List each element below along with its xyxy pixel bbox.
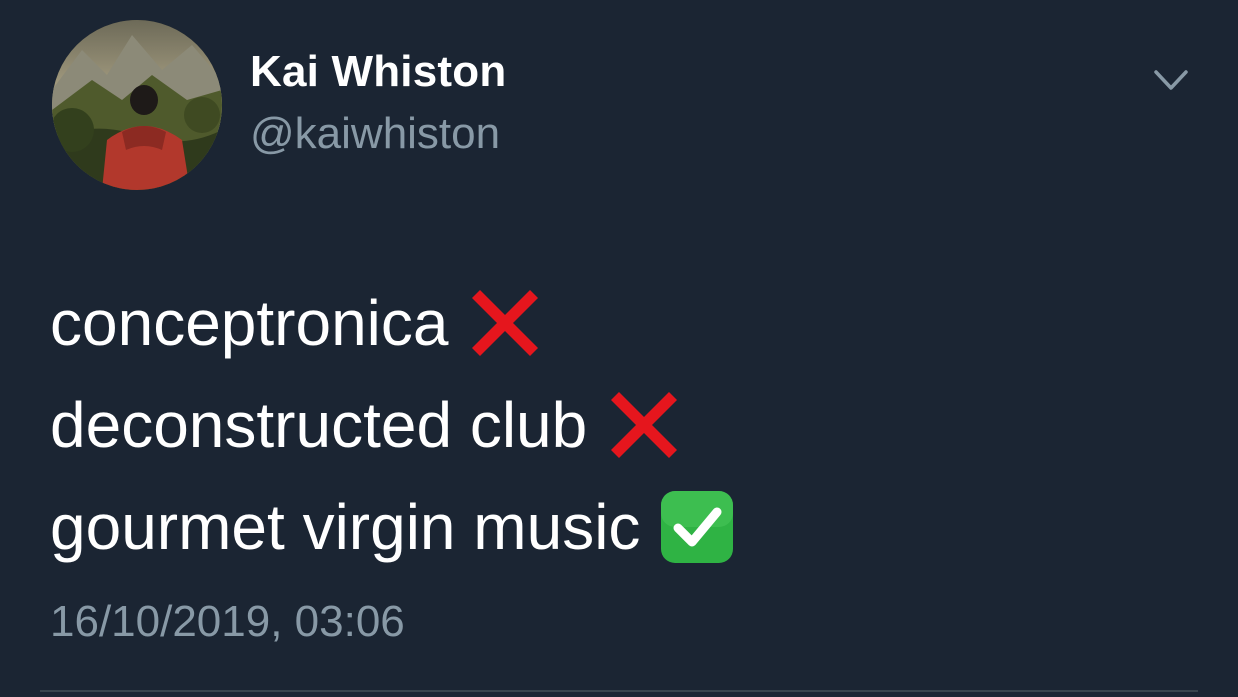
user-handle[interactable]: @kaiwhiston	[250, 106, 500, 162]
check-mark-button-icon	[658, 488, 736, 566]
cross-mark-icon	[466, 284, 544, 362]
tweet-line-text: conceptronica	[50, 287, 449, 359]
display-name[interactable]: Kai Whiston	[250, 44, 506, 100]
divider	[40, 690, 1198, 692]
tweet-line: conceptronica	[50, 272, 736, 374]
tweet-line: gourmet virgin music	[50, 476, 736, 578]
tweet-text: conceptronica deconstructed club gourmet…	[50, 272, 736, 578]
tweet-timestamp[interactable]: 16/10/2019, 03:06	[50, 592, 405, 652]
tweet-line-text: deconstructed club	[50, 389, 588, 461]
tweet-line-text: gourmet virgin music	[50, 491, 641, 563]
chevron-down-icon[interactable]	[1148, 62, 1194, 98]
avatar[interactable]	[52, 20, 222, 190]
cross-mark-icon	[605, 386, 683, 464]
profile-photo	[52, 20, 222, 190]
tweet-line: deconstructed club	[50, 374, 736, 476]
